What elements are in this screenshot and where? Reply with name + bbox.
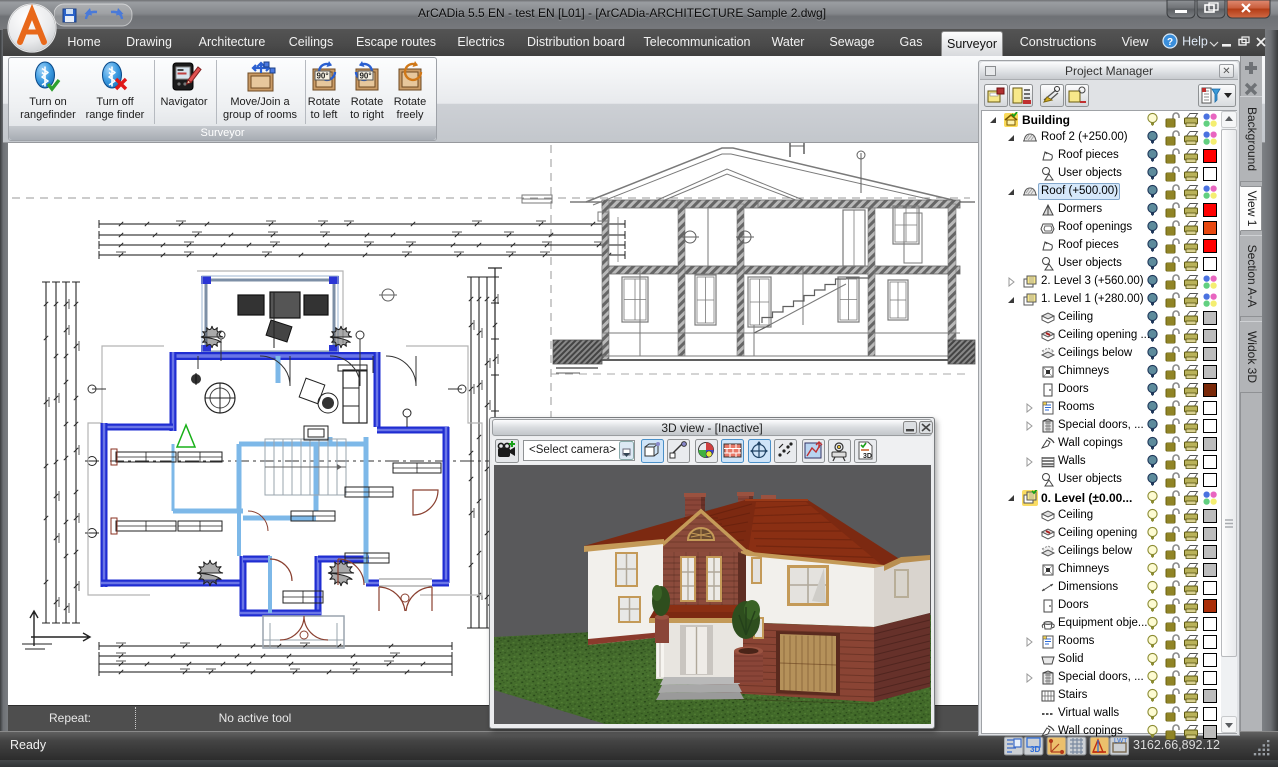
svg-text:LWT: LWT [1114,738,1127,745]
svg-text:Help: Help [1182,35,1208,49]
svg-text:3D: 3D [1030,745,1040,754]
svg-text:90°: 90° [359,72,371,81]
svg-text:3D: 3D [863,453,872,460]
svg-text:?: ? [1167,37,1173,48]
svg-text:90°: 90° [316,72,328,81]
